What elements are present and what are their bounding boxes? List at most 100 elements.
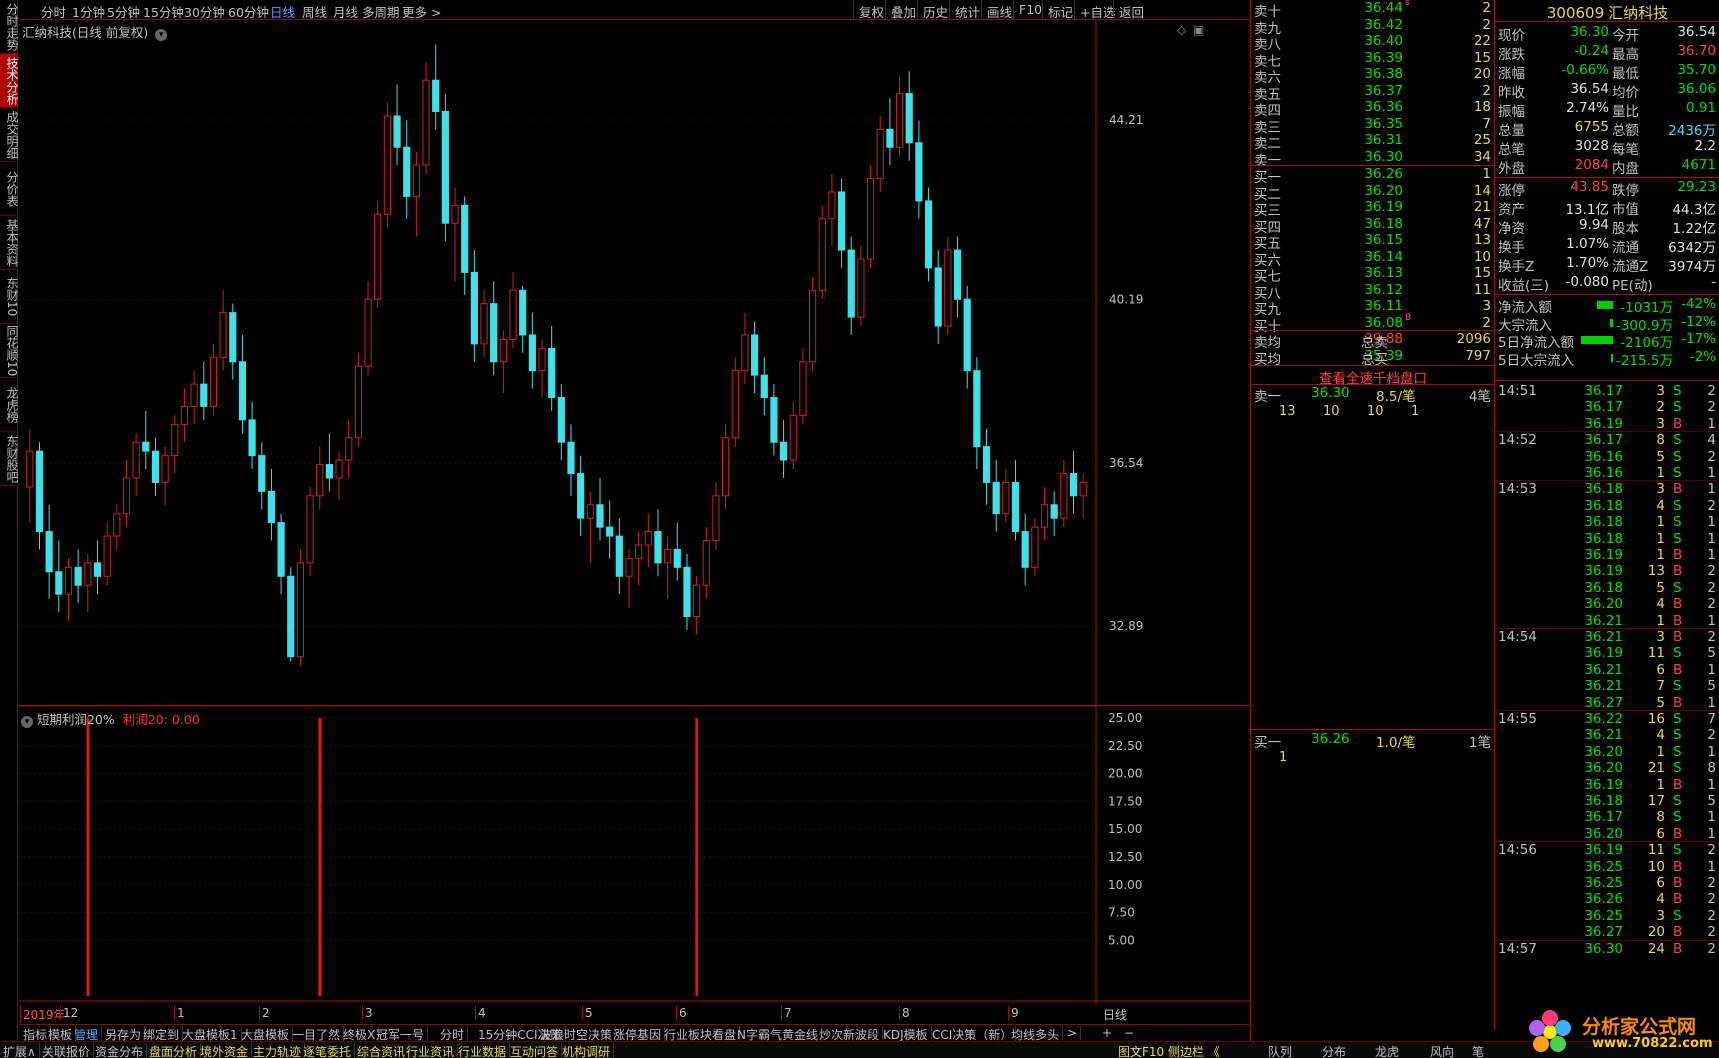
period-tab-0[interactable]: 分时	[41, 2, 66, 21]
period-tab-5[interactable]: 60分钟	[228, 2, 269, 21]
period-tab-4[interactable]: 30分钟	[184, 2, 225, 21]
tool-button-8[interactable]: 返回	[1113, 0, 1149, 20]
buy-queue-count: 1笔	[1468, 735, 1491, 751]
tick-detail-list[interactable]: 14:51 36.17 3 S 2 36.17 2 S 2 36.19 3 B 1 14:52 36.17 8…	[1494, 380, 1719, 1030]
ask-price: 36.38	[1364, 66, 1403, 82]
quote-key: 换手Z	[1498, 259, 1535, 275]
candlestick-chart[interactable]: 32.89 36.54 40.19 44.21	[19, 20, 1250, 706]
ask-volume: 18	[1473, 99, 1491, 115]
side-tab-1[interactable]: 分布	[1322, 1043, 1346, 1058]
tick-volume: 3	[1656, 383, 1665, 399]
quote-value: 2436万	[1668, 123, 1716, 139]
period-tab-9[interactable]: 多周期	[362, 2, 400, 21]
quote-value: 43.85	[1570, 179, 1609, 195]
left-tab-6[interactable]: 同花顺10	[0, 324, 19, 378]
quote-key: 净资	[1498, 221, 1525, 237]
left-tab-2[interactable]: 成交明细	[0, 108, 19, 162]
tool-button-4[interactable]: 画线	[981, 0, 1017, 20]
left-tab-0[interactable]: 分时走势	[0, 0, 19, 54]
quote-value: 36.54	[1570, 81, 1609, 97]
buy-queue-per: 1.0/笔	[1376, 735, 1416, 751]
period-tab-10[interactable]: 更多 >	[402, 2, 441, 21]
left-tab-1[interactable]: 技术分析	[0, 54, 19, 108]
candle-body	[335, 459, 343, 479]
indicator-title: 短期利润20%	[36, 712, 115, 727]
ask-price: 36.39	[1364, 49, 1403, 66]
tick-side: B	[1673, 547, 1683, 563]
tick-row: 36.16 5 S 2	[1495, 449, 1719, 467]
tick-price: 36.19	[1584, 842, 1623, 859]
candle-body	[818, 218, 826, 291]
ask-volume: 2	[1482, 0, 1491, 16]
tick-volume: 11	[1647, 645, 1665, 662]
period-tab-3[interactable]: 15分钟	[143, 2, 184, 21]
function-tab-7[interactable]: 综合资讯	[357, 1043, 410, 1058]
quote-row: 涨跌 -0.24 最高 36.70	[1495, 43, 1719, 63]
left-tab-8[interactable]: 东财股吧	[0, 432, 19, 486]
tick-volume: 1	[1656, 612, 1665, 629]
function-tab-0[interactable]: 扩展∧	[3, 1043, 40, 1058]
tick-volume: 3	[1656, 481, 1665, 498]
tick-row: 14:54 36.21 3 B 2	[1495, 629, 1719, 647]
tick-count: 1	[1707, 825, 1716, 842]
period-tab-8[interactable]: 月线	[333, 2, 358, 21]
tick-row: 36.18 1 S 1	[1495, 531, 1719, 549]
side-tab-4[interactable]: 笔	[1472, 1043, 1484, 1058]
tool-button-0[interactable]: 复权	[853, 0, 889, 20]
tick-side: S	[1673, 514, 1682, 531]
bid-price: 36.12	[1364, 281, 1403, 298]
function-tab-3[interactable]: 盘面分析	[149, 1043, 202, 1058]
function-tab-6[interactable]: 逐笔委托	[303, 1043, 356, 1058]
zoom-in-button[interactable]: +	[1102, 1026, 1112, 1040]
period-tab-1[interactable]: 1分钟	[72, 2, 105, 21]
ask-mark: s	[1405, 0, 1410, 8]
tool-button-2[interactable]: 历史	[917, 0, 953, 20]
period-tab-6[interactable]: 日线	[270, 2, 295, 21]
indicator-panel[interactable]: 5.00 7.50 10.00 12.50 15.00 17.50 20.00 22.50 25…	[19, 705, 1250, 1006]
tick-volume: 4	[1656, 497, 1665, 514]
template-tab-20[interactable]: >	[1067, 1026, 1082, 1040]
left-tab-7[interactable]: 龙虎榜	[0, 378, 19, 432]
zoom-out-button[interactable]: −	[1124, 1026, 1134, 1040]
left-tab-4[interactable]: 基本资料	[0, 216, 19, 270]
tool-button-6[interactable]: 标记	[1042, 0, 1078, 20]
ask-row: 卖十 36.44 s 2	[1251, 0, 1495, 20]
tick-side: B	[1673, 661, 1683, 678]
function-tab-8[interactable]: 行业资讯	[406, 1043, 459, 1058]
function-tab-1[interactable]: 关联报价	[42, 1043, 95, 1058]
quote-value: 13.1亿	[1565, 202, 1609, 218]
bid-row: 买四 36.18 47	[1251, 216, 1495, 236]
window-icon[interactable]: ▣	[1193, 23, 1204, 37]
indicator-tick-label: 12.50	[1108, 850, 1142, 864]
quote-key: 现价	[1498, 28, 1525, 44]
tool-button-1[interactable]: 叠加	[885, 0, 921, 20]
diamond-icon[interactable]: ◇	[1177, 23, 1186, 37]
bid-volume: 10	[1473, 248, 1491, 265]
left-tab-3[interactable]: 分价表	[0, 162, 19, 216]
function-tab-10[interactable]: 互动问答	[510, 1043, 563, 1058]
tick-volume: 10	[1647, 858, 1665, 875]
side-tab-0[interactable]: 队列	[1268, 1043, 1292, 1058]
period-tab-7[interactable]: 周线	[302, 2, 327, 21]
function-tab-4[interactable]: 境外资金	[200, 1043, 253, 1058]
tick-count: 1	[1707, 514, 1716, 531]
function-tab-11[interactable]: 机构调研	[562, 1043, 615, 1058]
candle-body	[654, 531, 662, 564]
left-tab-5[interactable]: 东财10	[0, 270, 19, 324]
ask-price: 36.35	[1364, 115, 1403, 132]
function-tab-5[interactable]: 主力轨迹	[253, 1043, 306, 1058]
function-tab-9[interactable]: 行业数据	[458, 1043, 511, 1058]
book-divider	[1251, 729, 1495, 730]
tool-button-3[interactable]: 统计	[949, 0, 985, 20]
tick-count: 1	[1707, 743, 1716, 760]
candle-body	[857, 258, 865, 318]
function-tab-2[interactable]: 资金分布	[95, 1043, 148, 1058]
period-tab-2[interactable]: 5分钟	[107, 2, 140, 21]
side-tab-2[interactable]: 龙虎	[1375, 1043, 1399, 1058]
tick-volume: 6	[1656, 875, 1665, 891]
candle-body	[567, 441, 575, 474]
sidebar-toggle[interactable]: 图文F10 侧边栏 《	[1118, 1043, 1220, 1058]
chevron-down-icon[interactable]: ▾	[155, 29, 168, 41]
side-tab-3[interactable]: 风向	[1430, 1043, 1454, 1058]
chevron-down-icon[interactable]: ▾	[21, 716, 33, 728]
